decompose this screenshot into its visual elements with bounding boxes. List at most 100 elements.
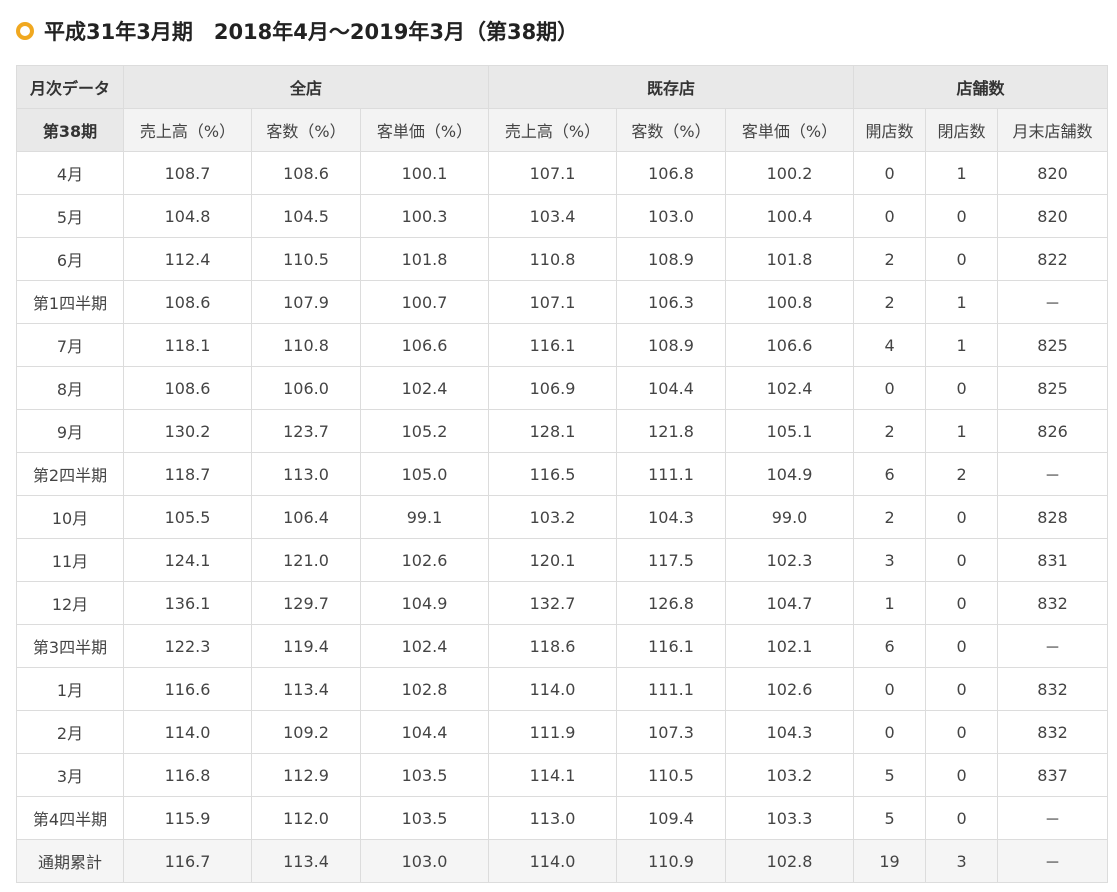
cell-period: 第2四半期 — [16, 452, 124, 496]
sub-header-all-unit-price: 客単価（%） — [359, 108, 490, 152]
cell-period: 1月 — [16, 667, 124, 711]
table-row: 第3四半期 122.3 119.4 102.4 118.6 116.1 102.1 6 0 － — [16, 624, 1109, 668]
cell-closings: 0 — [925, 667, 999, 711]
cell-existing-unit-price: 105.1 — [725, 409, 855, 453]
table-body: 4月 108.7 108.6 100.1 107.1 106.8 100.2 0 1 820 5月 1… — [16, 151, 1109, 883]
cell-all-customers: 121.0 — [251, 538, 361, 582]
table-row: 11月 124.1 121.0 102.6 120.1 117.5 102.3 3 0 831 — [16, 538, 1109, 582]
cell-month-end-stores: 832 — [997, 667, 1109, 711]
cell-existing-sales: 116.1 — [488, 323, 618, 367]
table-row: 通期累計 116.7 113.4 103.0 114.0 110.9 102.8 19 3 － — [16, 839, 1109, 883]
cell-existing-sales: 106.9 — [488, 366, 618, 410]
cell-all-unit-price: 104.9 — [359, 581, 490, 625]
cell-all-sales: 122.3 — [123, 624, 252, 668]
cell-month-end-stores: 826 — [997, 409, 1109, 453]
cell-period: 2月 — [16, 710, 124, 754]
cell-month-end-stores: － — [997, 796, 1109, 840]
sub-header-closings: 閉店数 — [925, 108, 999, 152]
cell-all-unit-price: 100.3 — [359, 194, 490, 238]
cell-all-sales: 136.1 — [123, 581, 252, 625]
cell-all-sales: 116.6 — [123, 667, 252, 711]
cell-all-unit-price: 102.6 — [359, 538, 490, 582]
cell-closings: 0 — [925, 624, 999, 668]
cell-all-unit-price: 105.0 — [359, 452, 490, 496]
cell-existing-unit-price: 102.6 — [725, 667, 855, 711]
cell-existing-sales: 120.1 — [488, 538, 618, 582]
cell-openings: 5 — [853, 796, 927, 840]
cell-all-unit-price: 103.5 — [359, 796, 490, 840]
cell-all-sales: 118.7 — [123, 452, 252, 496]
cell-closings: 2 — [925, 452, 999, 496]
group-header-row: 月次データ 全店 既存店 店舗数 — [16, 65, 1109, 109]
cell-existing-unit-price: 101.8 — [725, 237, 855, 281]
cell-all-customers: 112.9 — [251, 753, 361, 797]
cell-period: 通期累計 — [16, 839, 124, 883]
cell-all-customers: 113.4 — [251, 667, 361, 711]
cell-existing-unit-price: 100.4 — [725, 194, 855, 238]
table-row: 6月 112.4 110.5 101.8 110.8 108.9 101.8 2 0 822 — [16, 237, 1109, 281]
cell-all-customers: 106.0 — [251, 366, 361, 410]
cell-all-unit-price: 106.6 — [359, 323, 490, 367]
table-row: 8月 108.6 106.0 102.4 106.9 104.4 102.4 0 0 825 — [16, 366, 1109, 410]
cell-period: 5月 — [16, 194, 124, 238]
cell-all-unit-price: 101.8 — [359, 237, 490, 281]
cell-existing-sales: 116.5 — [488, 452, 618, 496]
group-header-monthly-data: 月次データ — [16, 65, 124, 109]
cell-period: 10月 — [16, 495, 124, 539]
group-header-store-count: 店舗数 — [853, 65, 1109, 109]
cell-existing-unit-price: 100.8 — [725, 280, 855, 324]
sub-header-row: 第38期 売上高（%） 客数（%） 客単価（%） 売上高（%） 客数（%） 客単… — [16, 108, 1109, 152]
cell-existing-customers: 108.9 — [616, 237, 727, 281]
page-title: 平成31年3月期 2018年4月～2019年3月（第38期） — [44, 20, 579, 44]
cell-existing-sales: 132.7 — [488, 581, 618, 625]
table-row: 2月 114.0 109.2 104.4 111.9 107.3 104.3 0 0 832 — [16, 710, 1109, 754]
cell-existing-customers: 103.0 — [616, 194, 727, 238]
table-row: 9月 130.2 123.7 105.2 128.1 121.8 105.1 2 1 826 — [16, 409, 1109, 453]
cell-all-customers: 119.4 — [251, 624, 361, 668]
cell-all-sales: 115.9 — [123, 796, 252, 840]
cell-existing-customers: 109.4 — [616, 796, 727, 840]
cell-all-sales: 108.7 — [123, 151, 252, 195]
cell-period: 6月 — [16, 237, 124, 281]
cell-existing-unit-price: 99.0 — [725, 495, 855, 539]
cell-all-customers: 113.4 — [251, 839, 361, 883]
cell-closings: 0 — [925, 237, 999, 281]
cell-openings: 4 — [853, 323, 927, 367]
cell-existing-unit-price: 102.8 — [725, 839, 855, 883]
cell-all-sales: 116.7 — [123, 839, 252, 883]
table-row: 5月 104.8 104.5 100.3 103.4 103.0 100.4 0 0 820 — [16, 194, 1109, 238]
cell-existing-unit-price: 102.4 — [725, 366, 855, 410]
table-row: 第4四半期 115.9 112.0 103.5 113.0 109.4 103.3 5 0 － — [16, 796, 1109, 840]
cell-closings: 0 — [925, 495, 999, 539]
table-row: 7月 118.1 110.8 106.6 116.1 108.9 106.6 4 1 825 — [16, 323, 1109, 367]
cell-closings: 0 — [925, 710, 999, 754]
cell-openings: 2 — [853, 409, 927, 453]
sub-header-existing-sales: 売上高（%） — [488, 108, 618, 152]
cell-closings: 3 — [925, 839, 999, 883]
cell-all-customers: 104.5 — [251, 194, 361, 238]
cell-existing-sales: 110.8 — [488, 237, 618, 281]
title-row: 平成31年3月期 2018年4月～2019年3月（第38期） — [14, 14, 578, 48]
cell-all-unit-price: 102.4 — [359, 366, 490, 410]
group-header-all-stores: 全店 — [122, 65, 490, 109]
cell-existing-customers: 108.9 — [616, 323, 727, 367]
page: 平成31年3月期 2018年4月～2019年3月（第38期） 月次データ 全店 … — [0, 0, 1117, 892]
sub-header-month-end-stores: 月末店舗数 — [997, 108, 1109, 152]
sub-header-existing-unit-price: 客単価（%） — [725, 108, 855, 152]
cell-closings: 1 — [925, 280, 999, 324]
cell-all-unit-price: 100.7 — [359, 280, 490, 324]
cell-closings: 0 — [925, 366, 999, 410]
cell-all-unit-price: 99.1 — [359, 495, 490, 539]
cell-all-sales: 105.5 — [123, 495, 252, 539]
group-header-existing-stores: 既存店 — [488, 65, 855, 109]
cell-all-customers: 106.4 — [251, 495, 361, 539]
cell-existing-unit-price: 104.3 — [725, 710, 855, 754]
cell-month-end-stores: 820 — [997, 194, 1109, 238]
cell-all-sales: 116.8 — [123, 753, 252, 797]
cell-existing-customers: 104.3 — [616, 495, 727, 539]
cell-existing-sales: 103.2 — [488, 495, 618, 539]
sub-header-all-customers: 客数（%） — [251, 108, 361, 152]
cell-closings: 0 — [925, 194, 999, 238]
cell-period: 7月 — [16, 323, 124, 367]
cell-all-customers: 129.7 — [251, 581, 361, 625]
